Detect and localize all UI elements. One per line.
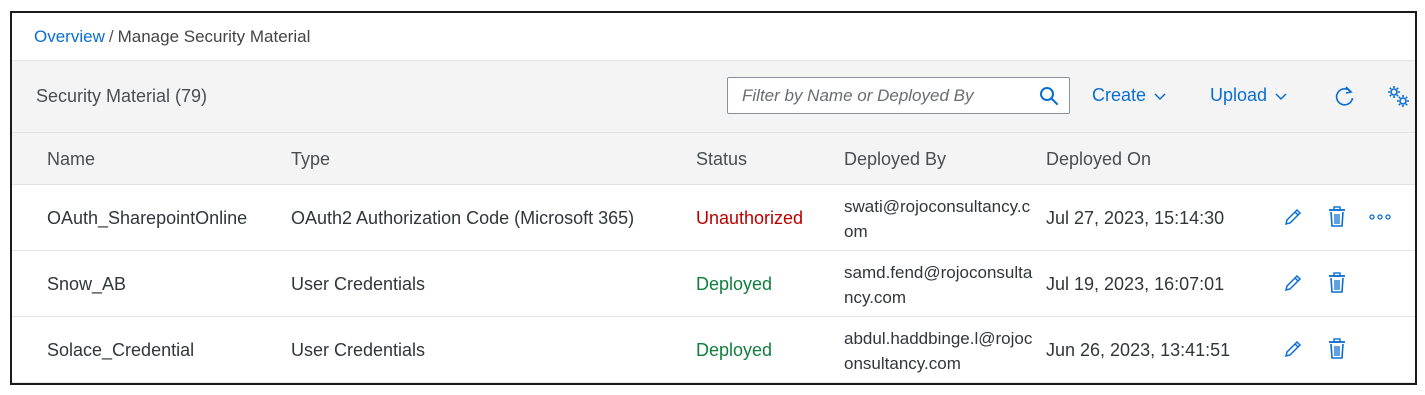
app-window: Overview / Manage Security Material Secu…: [10, 11, 1417, 385]
cell-deployed-by: samd.fend@rojoconsultancy.com: [844, 263, 1033, 307]
table-header: Name Type Status Deployed By Deployed On: [12, 133, 1415, 185]
table-toolbar: Security Material (79) Create Upload: [12, 61, 1415, 133]
upload-label: Upload: [1210, 85, 1268, 105]
table-title: Security Material (79): [36, 86, 208, 106]
cell-name: Snow_AB: [47, 274, 127, 294]
delete-icon[interactable]: [1325, 337, 1349, 361]
column-header-status[interactable]: Status: [696, 149, 747, 170]
search-input[interactable]: [728, 85, 1029, 106]
create-label: Create: [1092, 85, 1147, 105]
status-badge: Deployed: [696, 274, 773, 294]
search-field: [727, 77, 1070, 114]
create-button[interactable]: Create: [1092, 85, 1166, 106]
cell-type: OAuth2 Authorization Code (Microsoft 365…: [291, 208, 635, 228]
breadcrumb-separator: /: [108, 26, 114, 46]
cell-name: OAuth_SharepointOnline: [47, 208, 248, 228]
delete-icon[interactable]: [1325, 271, 1349, 295]
refresh-icon[interactable]: [1332, 83, 1358, 109]
cell-deployed-on: Jun 26, 2023, 13:41:51: [1046, 340, 1231, 360]
more-icon[interactable]: [1368, 205, 1392, 229]
edit-icon[interactable]: [1281, 337, 1305, 361]
breadcrumb: Overview / Manage Security Material: [12, 13, 1415, 61]
delete-icon[interactable]: [1325, 205, 1349, 229]
cell-type: User Credentials: [291, 274, 426, 294]
status-badge: Deployed: [696, 340, 773, 360]
cell-type: User Credentials: [291, 340, 426, 360]
chevron-down-icon: [1154, 85, 1166, 106]
search-icon[interactable]: [1029, 78, 1069, 113]
column-header-deployed-on[interactable]: Deployed On: [1046, 149, 1151, 170]
breadcrumb-current: Manage Security Material: [117, 26, 311, 46]
edit-icon[interactable]: [1281, 271, 1305, 295]
breadcrumb-overview-link[interactable]: Overview: [34, 27, 105, 47]
cell-name: Solace_Credential: [47, 340, 195, 360]
chevron-down-icon: [1275, 85, 1287, 106]
table-row[interactable]: OAuth_SharepointOnline OAuth2 Authorizat…: [12, 185, 1415, 251]
table-row[interactable]: Snow_AB User Credentials Deployed samd.f…: [12, 251, 1415, 317]
column-header-name[interactable]: Name: [47, 149, 95, 170]
cell-deployed-by: abdul.haddbinge.l@rojoconsultancy.com: [844, 329, 1033, 373]
column-header-type[interactable]: Type: [291, 149, 330, 170]
column-header-deployed-by[interactable]: Deployed By: [844, 149, 946, 170]
cell-deployed-by: swati@rojoconsultancy.com: [844, 197, 1031, 241]
status-badge: Unauthorized: [696, 208, 804, 228]
edit-icon[interactable]: [1281, 205, 1305, 229]
upload-button[interactable]: Upload: [1210, 85, 1287, 106]
table-row[interactable]: Solace_Credential User Credentials Deplo…: [12, 317, 1415, 383]
gear-icon[interactable]: [1385, 83, 1411, 109]
cell-deployed-on: Jul 19, 2023, 16:07:01: [1046, 274, 1225, 294]
cell-deployed-on: Jul 27, 2023, 15:14:30: [1046, 208, 1225, 228]
